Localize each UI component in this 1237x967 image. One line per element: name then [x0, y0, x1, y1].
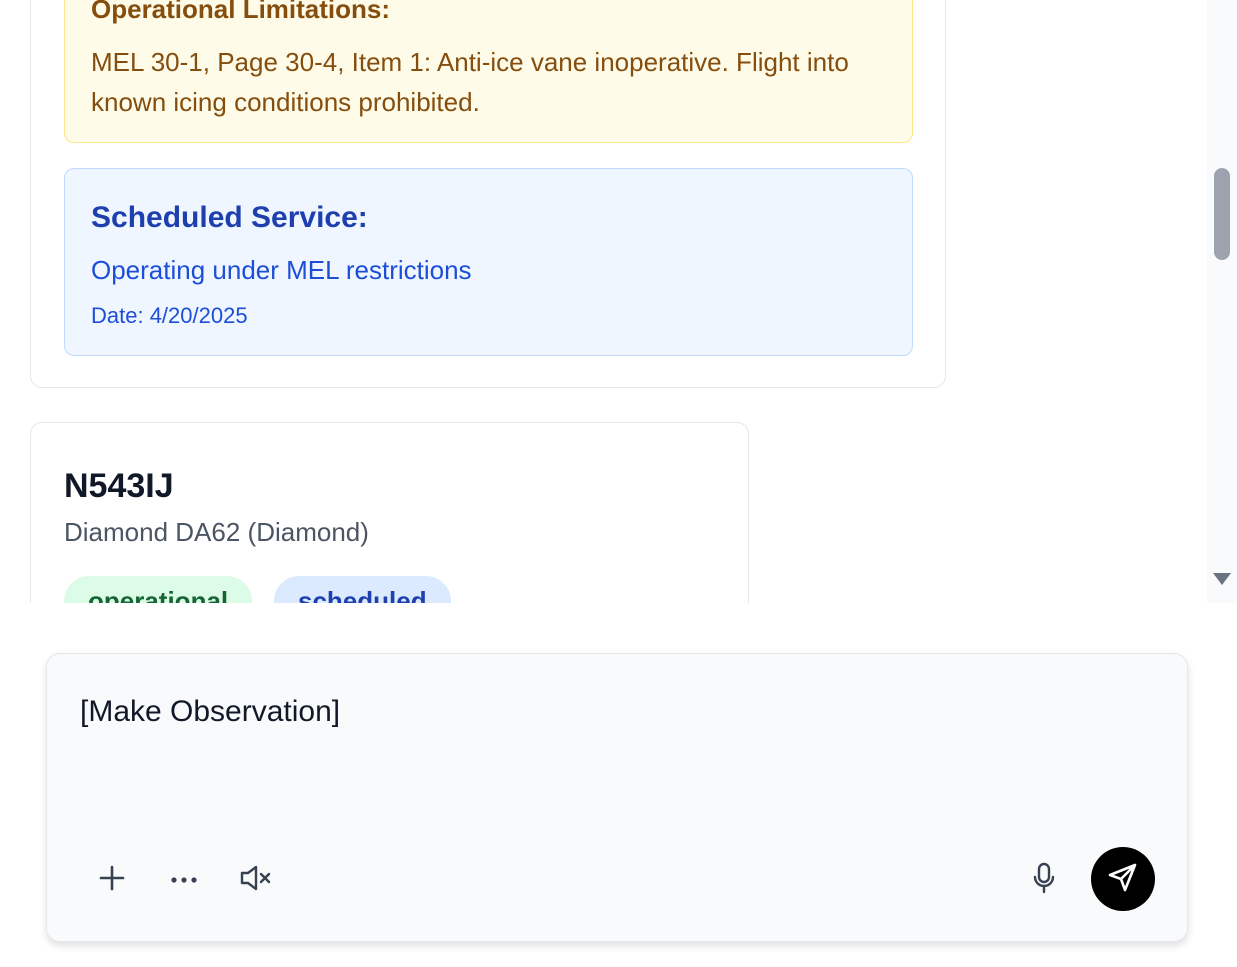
service-date: Date: 4/20/2025	[91, 303, 248, 328]
vertical-scrollbar[interactable]	[1207, 0, 1237, 603]
message-composer	[46, 653, 1188, 942]
operational-limitations-box: Operational Limitations: MEL 30-1, Page …	[64, 0, 913, 143]
service-title: Scheduled Service:	[91, 201, 368, 234]
service-text: Operating under MEL restrictions	[91, 255, 472, 285]
mute-toggle-button[interactable]	[232, 857, 280, 903]
aircraft-tail-number: N543IJ	[64, 467, 174, 505]
scheduled-service-box: Scheduled Service: Operating under MEL r…	[64, 168, 913, 356]
main-scroll-area[interactable]: Operational Limitations: MEL 30-1, Page …	[0, 0, 1207, 603]
microphone-icon	[1032, 862, 1056, 899]
status-badge-operational: operational	[64, 576, 253, 603]
voice-input-button[interactable]	[1020, 857, 1068, 903]
limitations-text: MEL 30-1, Page 30-4, Item 1: Anti-ice va…	[91, 47, 849, 117]
aircraft-card-previous: Operational Limitations: MEL 30-1, Page …	[30, 0, 946, 388]
aircraft-model: Diamond DA62 (Diamond)	[64, 517, 369, 547]
plus-icon	[99, 865, 125, 896]
scroll-down-arrow-icon[interactable]	[1213, 573, 1231, 585]
status-badge-scheduled: scheduled	[274, 576, 451, 603]
send-icon	[1107, 861, 1139, 898]
limitations-title: Operational Limitations:	[91, 0, 391, 24]
more-options-button[interactable]	[160, 857, 208, 903]
send-button[interactable]	[1091, 847, 1155, 911]
aircraft-card-n543ij[interactable]: N543IJ Diamond DA62 (Diamond) operationa…	[30, 422, 749, 603]
message-input[interactable]	[80, 692, 1150, 732]
scrollbar-thumb[interactable]	[1214, 168, 1230, 260]
more-icon	[170, 871, 198, 889]
add-attachment-button[interactable]	[88, 857, 136, 903]
volume-mute-icon	[239, 864, 273, 897]
